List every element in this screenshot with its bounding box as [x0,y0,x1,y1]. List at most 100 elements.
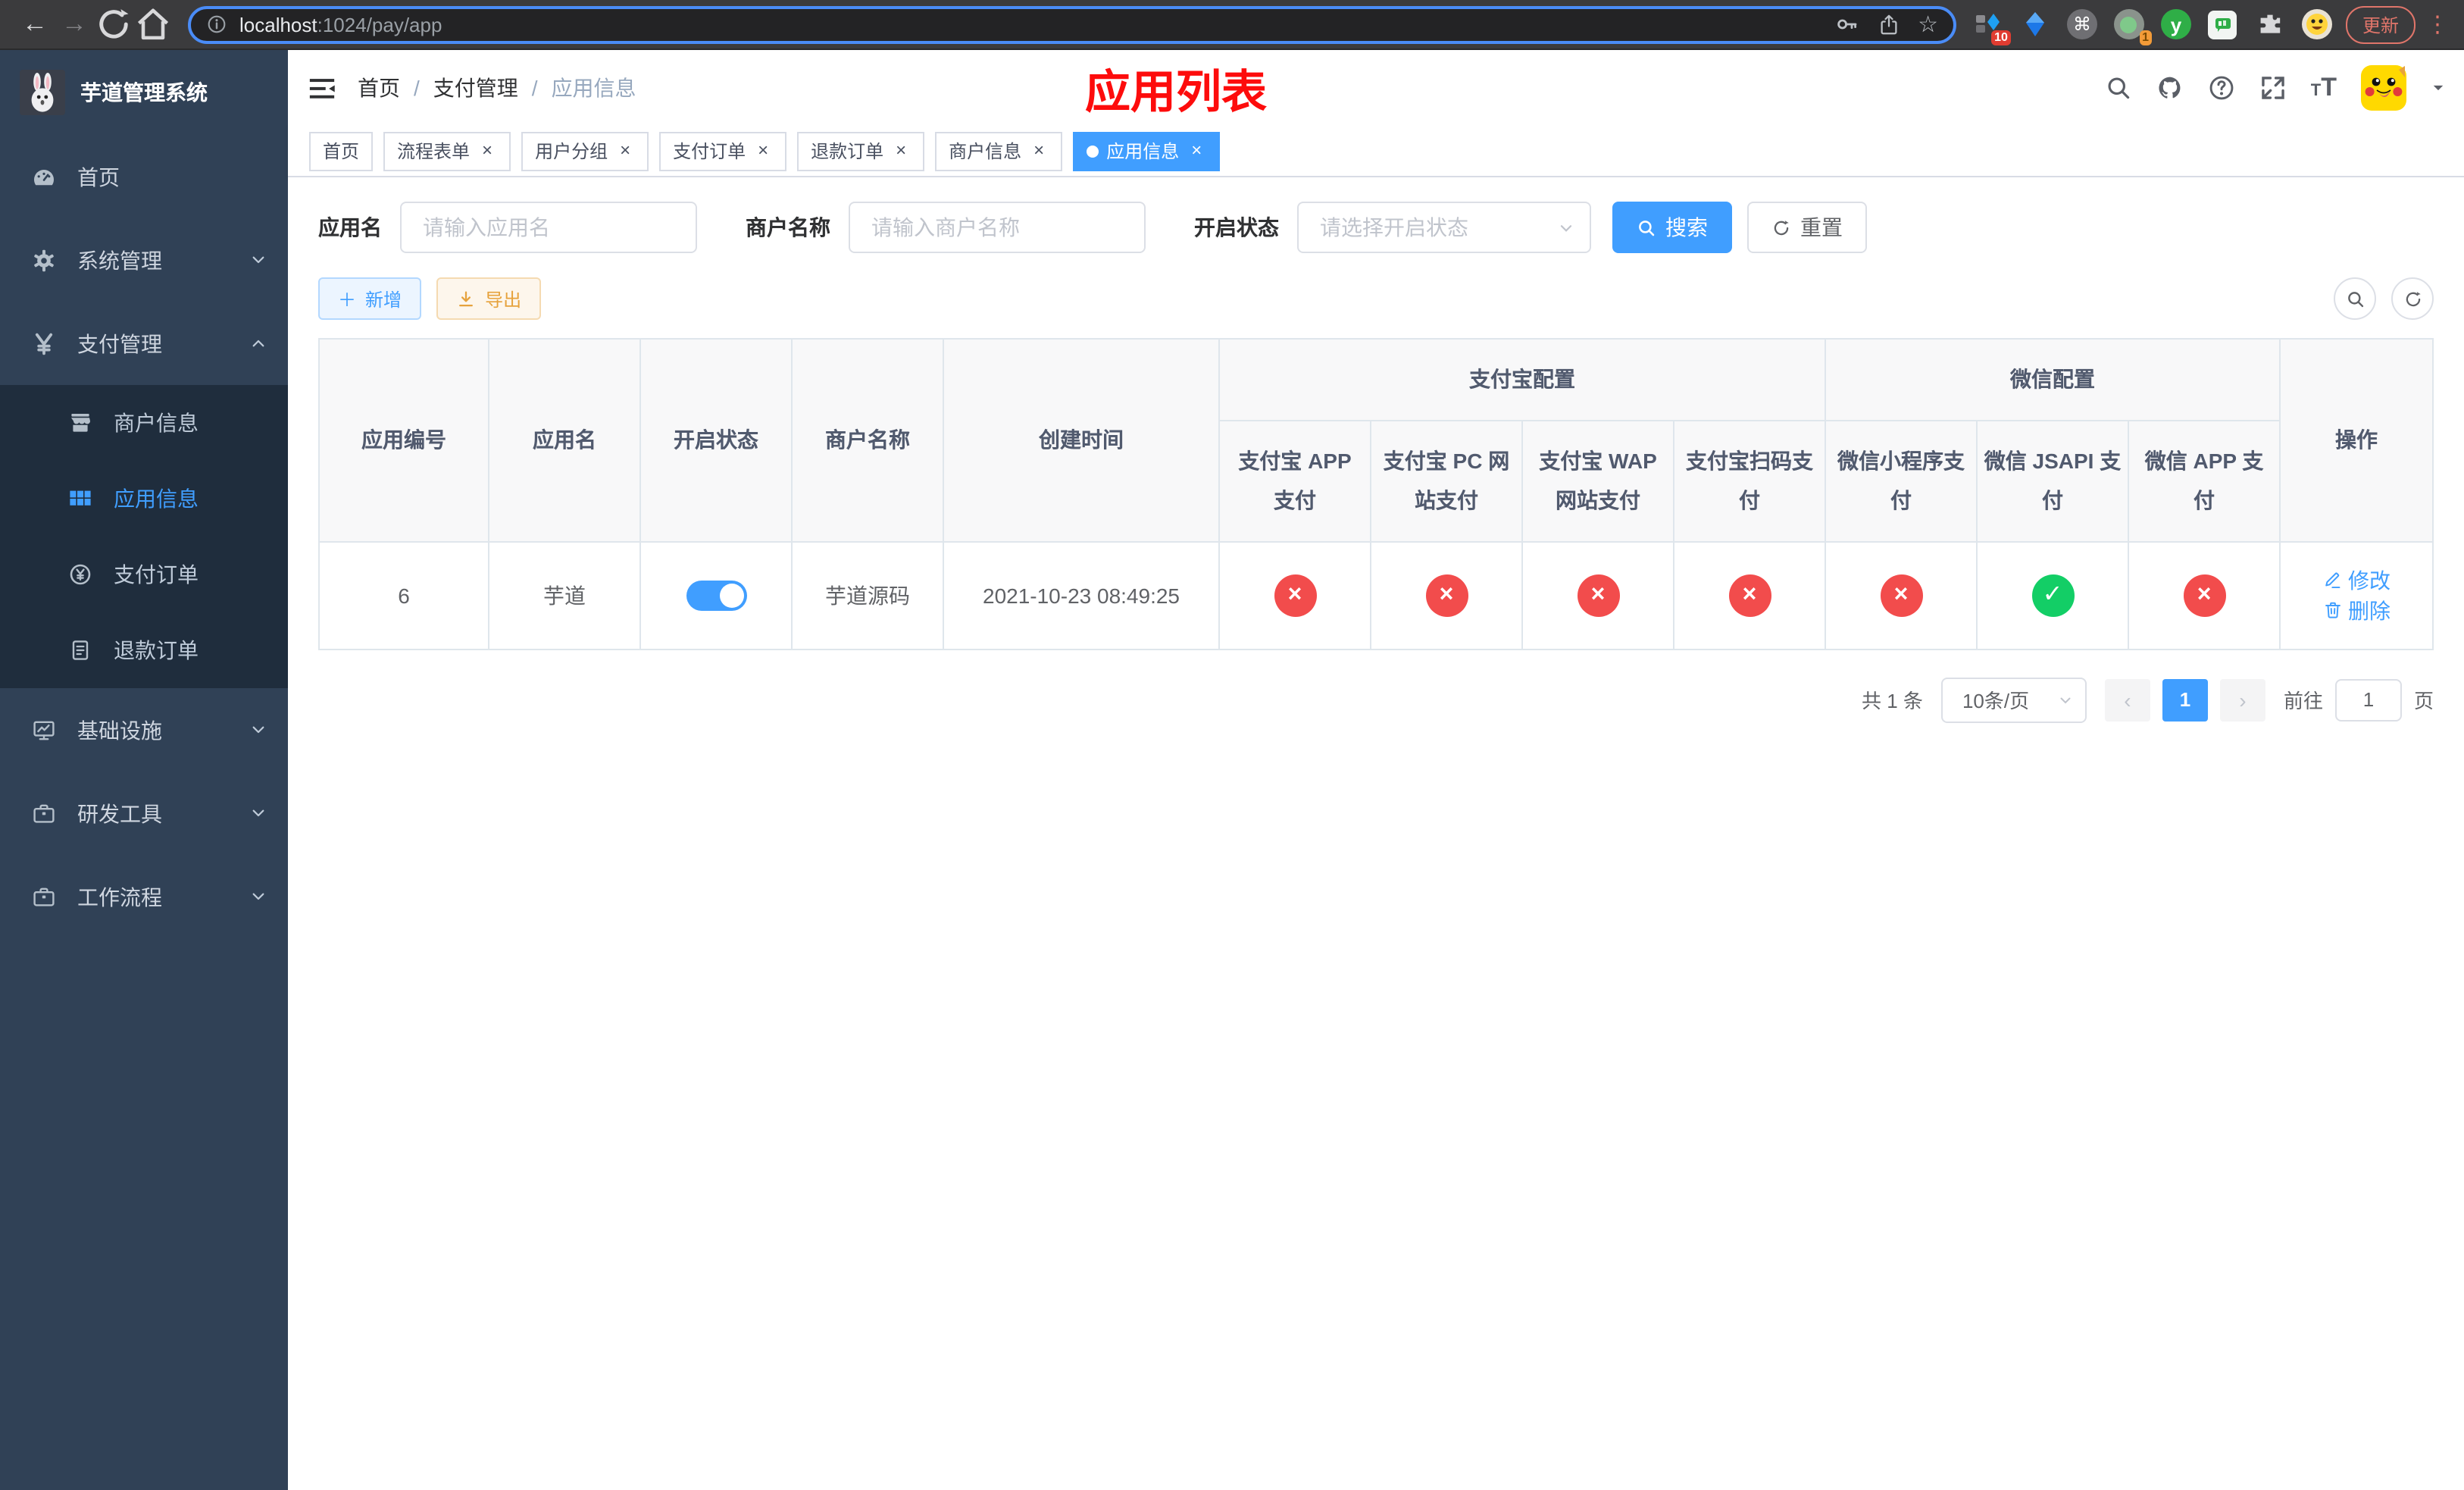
page-size-select[interactable]: 10条/页 [1940,677,2087,723]
browser-reload-icon[interactable] [94,5,133,44]
tab-6[interactable]: 应用信息 × [1073,131,1221,171]
browser-update-button[interactable]: 更新 [2345,5,2416,43]
tab-3[interactable]: 支付订单 × [659,131,787,171]
status-toggle[interactable] [686,580,746,611]
browser-back-icon[interactable]: ← [15,5,55,44]
extension-kite-icon[interactable] [2018,8,2052,41]
cell-channel-status: × [1521,540,1674,650]
breadcrumb-pay[interactable]: 支付管理 [433,73,518,103]
sidebar-item-yen-2[interactable]: 支付管理 [0,302,288,385]
sidebar-item-briefcase-5[interactable]: 工作流程 [0,855,288,938]
extension-y-icon[interactable]: y [2159,8,2193,41]
close-icon[interactable]: × [1029,140,1049,161]
col-alipay-qr: 支付宝扫码支付 [1673,419,1826,543]
search-button[interactable]: 搜索 [1612,202,1732,253]
shop-icon [67,411,94,435]
tab-5[interactable]: 商户信息 × [935,131,1063,171]
refresh-table-button[interactable] [2391,277,2434,320]
add-button[interactable]: ＋ 新增 [318,277,422,320]
chevron-down-icon [250,722,267,738]
sidebar-item-monitor-3[interactable]: 基础设施 [0,688,288,772]
cell-created-at: 2021-10-23 08:49:25 [943,540,1220,650]
merchant-name-input[interactable] [849,202,1146,253]
tab-1[interactable]: 流程表单 × [383,131,511,171]
delete-button[interactable]: 删除 [2322,596,2391,626]
bookmark-star-icon[interactable]: ☆ [1918,13,1938,36]
reset-button[interactable]: 重置 [1747,202,1867,253]
extension-badge: 1 [2139,30,2152,45]
user-avatar[interactable] [2361,65,2406,111]
extensions-cluster: 10 ⌘ 1 y [1972,8,2334,45]
font-size-icon[interactable]: TT [2311,74,2337,102]
export-button[interactable]: 导出 [436,277,542,320]
fullscreen-icon[interactable] [2259,74,2287,102]
tab-0[interactable]: 首页 [309,131,374,171]
cell-status [639,540,793,650]
sidebar-item-gear-1[interactable]: 系统管理 [0,218,288,302]
next-page-button[interactable]: › [2219,678,2265,722]
sidebar-item-dashboard-0[interactable]: 首页 [0,135,288,218]
grid-icon [67,487,94,511]
content: 应用名 商户名称 开启状态 请选择开启状态 搜索 重置 [288,177,2464,1490]
status-select[interactable]: 请选择开启状态 [1297,202,1591,253]
close-icon[interactable]: × [1187,140,1206,161]
extension-avatar-icon[interactable]: 1 [2112,8,2152,45]
browser-menu-icon[interactable]: ⋮ [2426,13,2449,36]
status-label: 开启状态 [1194,215,1279,239]
avatar-caret-icon[interactable] [2431,80,2446,95]
browser-home-icon[interactable] [133,5,173,44]
brand[interactable]: 芋道管理系统 [0,50,288,135]
edit-button[interactable]: 修改 [2322,565,2391,596]
search-icon [1639,220,1655,236]
prev-page-button[interactable]: ‹ [2104,678,2150,722]
total-count: 共 1 条 [1862,690,1923,713]
col-wx-jsapi: 微信 JSAPI 支付 [1976,419,2129,543]
app-name-input[interactable] [400,202,697,253]
close-icon[interactable]: × [753,140,773,161]
extension-grid-diamond-icon[interactable]: 10 [1972,8,2011,45]
tab-4[interactable]: 退款订单 × [797,131,925,171]
header-search-icon[interactable] [2105,74,2132,102]
cross-circle-icon: × [1728,574,1771,617]
pagination: 共 1 条 10条/页 ‹ 1 › 前往 页 [318,677,2434,723]
col-app-id: 应用编号 [318,338,489,543]
current-page-button[interactable]: 1 [2162,678,2208,722]
github-icon[interactable] [2156,74,2184,102]
close-icon[interactable]: × [477,140,497,161]
browser-toolbar: ← → localhost:1024/pay/app ☆ 10 ⌘ 1 y 更… [0,0,2464,50]
extension-chat-icon[interactable] [2206,8,2240,41]
sidebar-subitem-doc-3[interactable]: 退款订单 [0,612,288,688]
collapse-sidebar-icon[interactable] [308,74,336,102]
chevron-down-icon [1560,224,1572,231]
toggle-search-button[interactable] [2334,277,2376,320]
url-bar[interactable]: localhost:1024/pay/app ☆ [188,5,1956,43]
cross-circle-icon: × [1274,574,1316,617]
browser-forward-icon[interactable]: → [55,5,94,44]
cell-app-name: 芋道 [488,540,641,650]
sidebar-subitem-grid-1[interactable]: 应用信息 [0,461,288,537]
tab-2[interactable]: 用户分组 × [521,131,649,171]
cross-circle-icon: × [1425,574,1468,617]
close-icon[interactable]: × [891,140,911,161]
filter-form: 应用名 商户名称 开启状态 请选择开启状态 搜索 重置 [318,202,2434,253]
extension-command-icon[interactable]: ⌘ [2065,8,2099,41]
sidebar-subitem-coin-2[interactable]: 支付订单 [0,537,288,612]
sidebar-item-briefcase-4[interactable]: 研发工具 [0,772,288,855]
password-key-icon[interactable] [1834,12,1859,36]
share-icon[interactable] [1877,13,1900,36]
breadcrumb-home[interactable]: 首页 [358,73,400,103]
col-alipay-app: 支付宝 APP 支付 [1218,419,1371,543]
extensions-puzzle-icon[interactable] [2253,8,2287,41]
sidebar-subitem-shop-0[interactable]: 商户信息 [0,385,288,461]
col-wx-lite: 微信小程序支付 [1825,419,1978,543]
tags-view: 首页 流程表单 × 用户分组 × 支付订单 × 退款订单 × 商户信息 × 应用信息 × [288,126,2464,177]
help-icon[interactable] [2208,74,2235,102]
info-icon[interactable] [206,14,227,35]
profile-emoji-icon[interactable] [2300,8,2334,41]
submenu: 商户信息 应用信息 支付订单 退款订单 [0,385,288,688]
sidebar-menu: 首页 系统管理 支付管理 商户信息 应用信息 支付订单 退款订单 基础设施 研发工具 工作流程 [0,135,288,938]
close-icon[interactable]: × [615,140,635,161]
briefcase-icon [30,801,58,825]
goto-page-input[interactable] [2334,678,2402,722]
cell-channel-status: × [1825,540,1978,650]
